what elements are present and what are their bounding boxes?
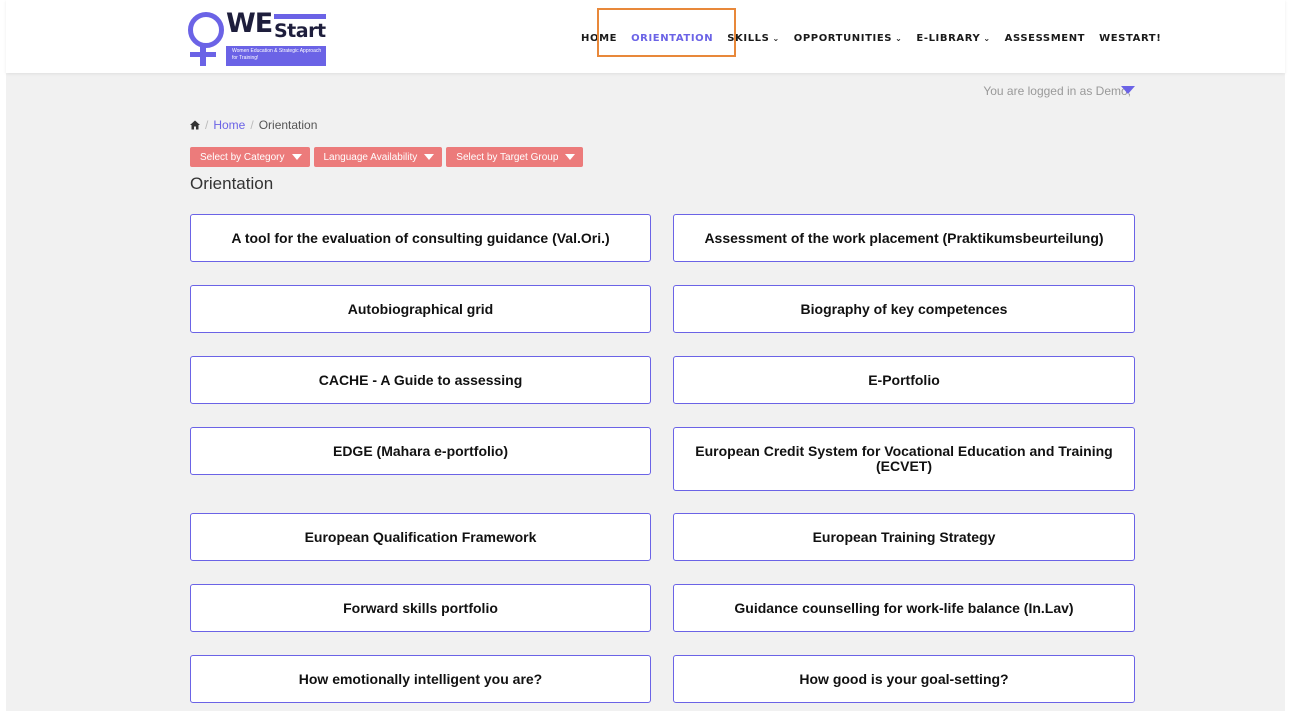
- select-category-button[interactable]: Select by Category: [190, 147, 310, 167]
- home-icon[interactable]: [190, 120, 200, 130]
- logo-bar: [274, 14, 326, 19]
- chevron-down-icon: ⌄: [983, 34, 991, 43]
- resource-card[interactable]: Assessment of the work placement (Prakti…: [673, 214, 1135, 262]
- nav-home[interactable]: HOME: [581, 33, 617, 47]
- resource-card[interactable]: A tool for the evaluation of consulting …: [190, 214, 651, 262]
- female-symbol-cross: [190, 52, 216, 57]
- nav-skills[interactable]: SKILLS ⌄: [727, 33, 780, 47]
- nav-skills-label: SKILLS: [727, 33, 770, 44]
- logged-in-text: You are logged in as Demo,: [983, 84, 1131, 98]
- logo-tagline: Women Education & Strategic Approach for…: [226, 46, 326, 66]
- breadcrumb-home[interactable]: Home: [213, 118, 245, 132]
- logo-word-start: Start: [274, 20, 326, 42]
- logo-word-we: WE: [226, 8, 273, 39]
- breadcrumb: / Home / Orientation: [190, 118, 317, 132]
- nav-e-library[interactable]: E-LIBRARY ⌄: [916, 33, 990, 47]
- resource-card[interactable]: European Training Strategy: [673, 513, 1135, 561]
- resource-card[interactable]: How emotionally intelligent you are?: [190, 655, 651, 703]
- nav-e-library-label: E-LIBRARY: [916, 33, 981, 44]
- main-nav: HOME ORIENTATION SKILLS ⌄ OPPORTUNITIES ⌄ …: [581, 33, 1161, 47]
- page-title: Orientation: [190, 174, 274, 193]
- user-menu-caret-icon[interactable]: [1121, 86, 1135, 94]
- resource-card[interactable]: European Qualification Framework: [190, 513, 651, 561]
- caret-down-icon: [291, 154, 302, 160]
- resource-card[interactable]: Autobiographical grid: [190, 285, 651, 333]
- nav-orientation[interactable]: ORIENTATION: [631, 33, 713, 47]
- language-availability-label: Language Availability: [323, 151, 418, 163]
- resource-card[interactable]: European Credit System for Vocational Ed…: [673, 427, 1135, 491]
- nav-opportunities[interactable]: OPPORTUNITIES ⌄: [794, 33, 903, 47]
- select-category-label: Select by Category: [200, 151, 285, 163]
- resource-card[interactable]: E-Portfolio: [673, 356, 1135, 404]
- language-availability-button[interactable]: Language Availability: [313, 147, 443, 167]
- select-target-group-label: Select by Target Group: [456, 151, 559, 163]
- caret-down-icon: [424, 154, 435, 160]
- nav-assessment[interactable]: ASSESSMENT: [1005, 33, 1085, 47]
- breadcrumb-separator: /: [250, 118, 254, 132]
- chevron-down-icon: ⌄: [772, 34, 780, 43]
- select-target-group-button[interactable]: Select by Target Group: [446, 147, 584, 167]
- female-symbol-icon: [188, 12, 224, 48]
- resource-card[interactable]: Forward skills portfolio: [190, 584, 651, 632]
- filter-bar: Select by Category Language Availability…: [190, 147, 584, 167]
- breadcrumb-current: Orientation: [258, 118, 318, 132]
- caret-down-icon: [565, 154, 576, 160]
- resource-card[interactable]: Biography of key competences: [673, 285, 1135, 333]
- nav-opportunities-label: OPPORTUNITIES: [793, 33, 893, 44]
- resource-card[interactable]: Guidance counselling for work-life balan…: [673, 584, 1135, 632]
- resource-card[interactable]: CACHE - A Guide to assessing: [190, 356, 651, 404]
- nav-westart[interactable]: WESTART!: [1099, 33, 1161, 47]
- site-header: WE Start Women Education & Strategic App…: [6, 0, 1285, 73]
- breadcrumb-separator: /: [205, 118, 209, 132]
- westart-logo[interactable]: WE Start Women Education & Strategic App…: [184, 8, 330, 70]
- resource-card[interactable]: EDGE (Mahara e-portfolio): [190, 427, 651, 475]
- chevron-down-icon: ⌄: [895, 34, 903, 43]
- resource-card[interactable]: How good is your goal-setting?: [673, 655, 1135, 703]
